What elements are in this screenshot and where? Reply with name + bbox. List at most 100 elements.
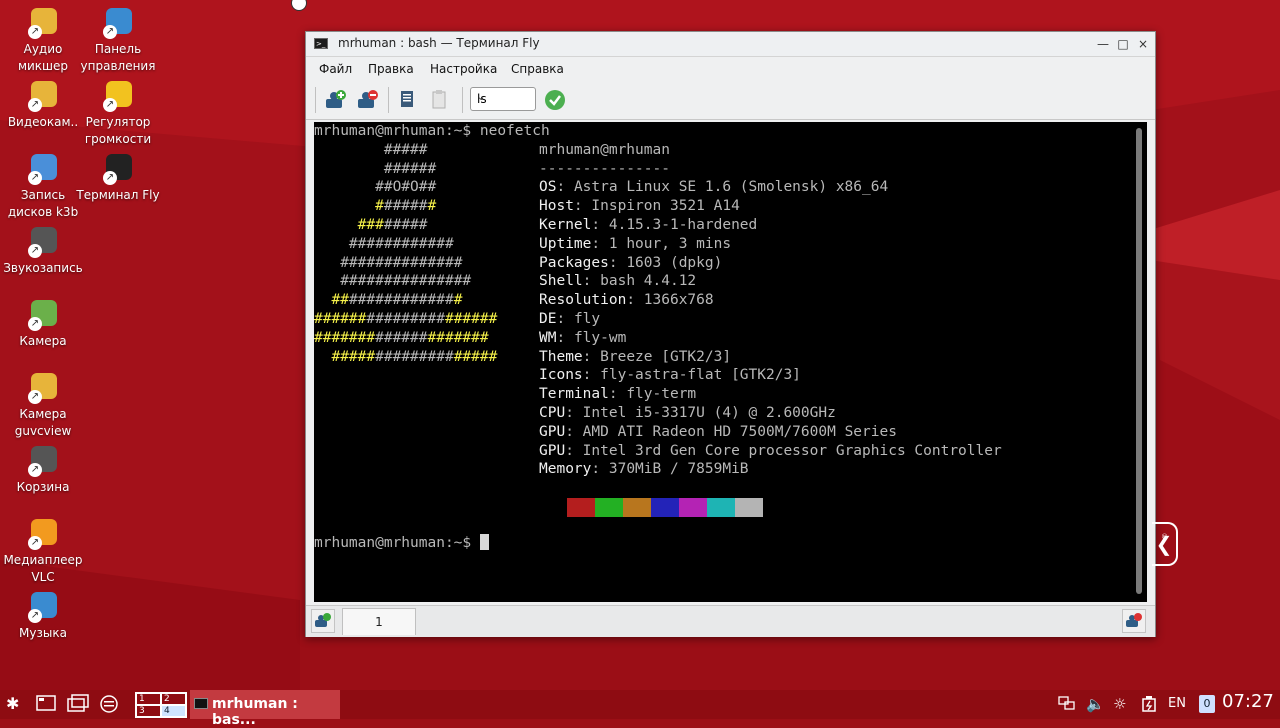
desktop-icon[interactable]: ↗ Камера	[1, 297, 85, 350]
keyboard-layout[interactable]: EN	[1168, 696, 1186, 711]
toolbar: ls ⌄	[306, 81, 1155, 120]
desktop-icon-label: Регулятор громкости	[84, 115, 152, 146]
system-info-line: CPU: Intel i5-3317U (4) @ 2.600GHz	[539, 405, 836, 421]
tab-1[interactable]: 1	[342, 608, 416, 635]
maximize-button[interactable]: □	[1114, 35, 1132, 53]
desktop-icon[interactable]: ↗ Аудио микшер	[1, 5, 85, 75]
desktop-icon[interactable]: ↗ Регулятор громкости	[76, 78, 160, 148]
ascii-logo-line: ##O#O##	[375, 179, 437, 196]
terminal-scrollbar[interactable]	[1136, 128, 1142, 594]
menu-help[interactable]: Справка	[511, 62, 564, 76]
terminal-icon: ↗	[101, 151, 135, 185]
system-info-line: DE: fly	[539, 311, 601, 327]
color-swatch	[623, 498, 651, 517]
info-key: GPU	[539, 423, 566, 440]
info-key: Packages	[539, 254, 609, 271]
terminal-icon	[194, 698, 208, 709]
user-host: mrhuman@mrhuman	[539, 141, 670, 158]
network-icon[interactable]	[1058, 695, 1076, 715]
workspace-3[interactable]: 3	[136, 705, 161, 717]
system-info-line: WM: fly-wm	[539, 329, 627, 346]
new-tab-button[interactable]	[311, 609, 335, 633]
taskbar-item-terminal[interactable]: mrhuman : bas...	[190, 690, 340, 728]
info-key: Theme	[539, 348, 583, 365]
info-key: WM	[539, 329, 557, 346]
desktop-icon-label: Панель управления	[80, 42, 156, 73]
desktop-icon-label: Аудио микшер	[17, 42, 69, 73]
close-tab-button[interactable]	[1122, 609, 1146, 633]
info-key: DE	[539, 311, 557, 327]
side-panel-handle[interactable]: ❮	[1152, 522, 1178, 566]
info-key: OS	[539, 179, 557, 196]
prompt-text: mrhuman@mrhuman:~$	[314, 535, 480, 551]
workspace-4[interactable]: 4	[161, 705, 186, 717]
desktop-icon[interactable]: ↗ Камера guvcview	[1, 370, 85, 440]
control-panel-icon: ↗	[101, 5, 135, 39]
chevron-down-icon: ⌄	[477, 92, 486, 103]
new-session-icon[interactable]	[323, 87, 349, 113]
desktop-icon[interactable]: ↗ Видеокам..	[1, 78, 85, 131]
notification-badge[interactable]: 0	[1199, 695, 1215, 713]
copy-icon[interactable]	[394, 87, 420, 113]
desktop-icon-label: Запись дисков k3b	[7, 188, 79, 219]
ascii-logo-line: #####################	[314, 311, 498, 327]
desktop-icon-label: Музыка	[19, 626, 67, 640]
desktop-icon[interactable]: ↗ Медиаплеер VLC	[1, 516, 85, 586]
info-value: 1 hour, 3 mins	[608, 235, 732, 252]
volume-icon[interactable]: 🔈	[1086, 695, 1105, 713]
info-separator: ---------------	[539, 160, 670, 177]
disc-burning-icon: ↗	[26, 151, 60, 185]
webcam-icon: ↗	[26, 370, 60, 404]
workspace-2[interactable]: 2	[161, 693, 186, 705]
ascii-logo-line: ####################	[314, 329, 489, 346]
ascii-logo-line: #######	[375, 198, 437, 215]
close-session-icon[interactable]	[355, 87, 381, 113]
color-swatch	[567, 498, 595, 517]
workspace-1[interactable]: 1	[136, 693, 161, 705]
menu-file[interactable]: Файл	[319, 62, 352, 76]
desktop-icon-label: Видеокам..	[7, 115, 79, 129]
desktop-icon[interactable]: ↗ Звукозапись	[1, 224, 85, 277]
start-menu-icon[interactable]: ✱	[6, 694, 19, 713]
workspace-pager[interactable]: 1 2 3 4	[135, 692, 187, 718]
info-key: Host	[539, 198, 574, 215]
desktop-icon[interactable]: ↗ Запись дисков k3b	[1, 151, 85, 221]
paste-icon[interactable]	[426, 87, 452, 113]
battery-icon[interactable]	[1140, 695, 1158, 717]
menu-edit[interactable]: Правка	[368, 62, 414, 76]
tab-bar: 1	[306, 605, 1155, 637]
terminal-icon: >_	[314, 38, 328, 49]
info-value: AMD ATI Radeon HD 7500M/7600M Series	[582, 423, 897, 440]
color-swatch	[651, 498, 679, 517]
execute-icon[interactable]	[542, 87, 568, 113]
command-line: mrhuman@mrhuman:~$ neofetch	[314, 123, 550, 139]
file-manager-icon[interactable]	[99, 694, 119, 718]
system-info-line: GPU: AMD ATI Radeon HD 7500M/7600M Serie…	[539, 423, 897, 440]
clock[interactable]: 07:27	[1222, 691, 1274, 712]
info-value: bash 4.4.12	[600, 273, 697, 290]
command-combobox[interactable]: ls ⌄	[470, 87, 536, 111]
desktop-icon[interactable]: ↗ Терминал Fly	[76, 151, 160, 204]
close-button[interactable]: ×	[1134, 35, 1152, 53]
info-value: fly-astra-flat [GTK2/3]	[600, 367, 801, 384]
desktop-icon[interactable]: ↗ Панель управления	[76, 5, 160, 75]
desktop-icon[interactable]: ↗ Корзина	[1, 443, 85, 496]
minimize-button[interactable]: —	[1094, 35, 1112, 53]
windows-list-icon[interactable]	[67, 694, 89, 716]
show-desktop-icon[interactable]	[36, 694, 56, 716]
ascii-logo-line: ###############	[340, 273, 472, 290]
final-prompt[interactable]: mrhuman@mrhuman:~$	[314, 534, 489, 553]
brightness-icon[interactable]: ☼	[1113, 695, 1126, 713]
menu-settings[interactable]: Настройка	[430, 62, 497, 76]
ascii-logo-line: ############	[348, 235, 454, 252]
desktop-icon[interactable]: ↗ Музыка	[1, 589, 85, 642]
window-titlebar[interactable]: >_ mrhuman : bash — Терминал Fly — □ ×	[306, 32, 1155, 57]
terminal-output[interactable]: mrhuman@mrhuman:~$ neofetch ##### ######…	[314, 122, 1147, 602]
info-key: CPU	[539, 405, 566, 421]
info-value: Breeze [GTK2/3]	[600, 348, 732, 365]
system-info-line: Uptime: 1 hour, 3 mins	[539, 235, 732, 252]
music-icon: ↗	[26, 589, 60, 623]
terminal-window[interactable]: >_ mrhuman : bash — Терминал Fly — □ × Ф…	[305, 31, 1156, 637]
info-value: 1366x768	[643, 292, 714, 309]
info-value: Astra Linux SE 1.6 (Smolensk) x86_64	[573, 179, 889, 196]
